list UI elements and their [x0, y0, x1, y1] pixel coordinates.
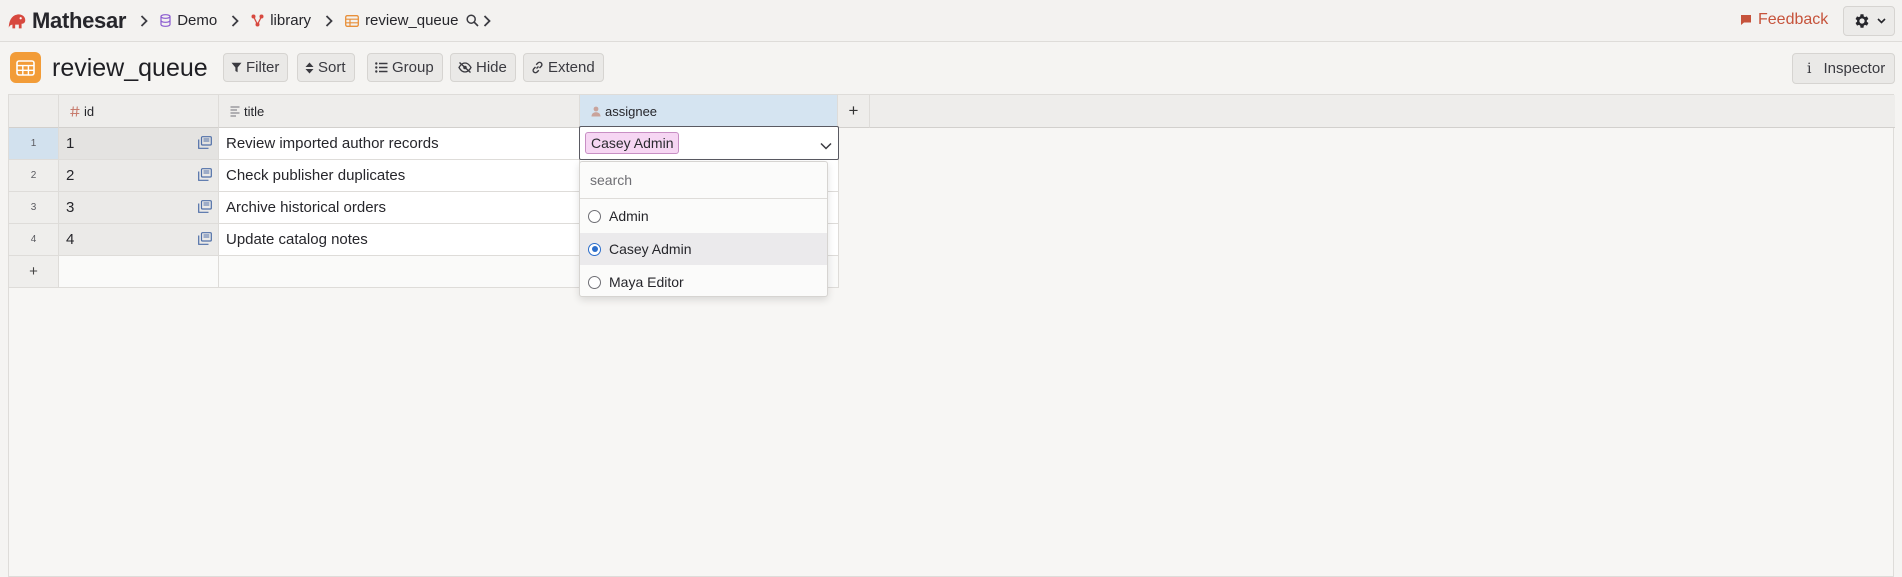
search-icon[interactable]: [466, 14, 480, 27]
assignee-cell-editor[interactable]: Casey Admin: [579, 126, 839, 160]
add-column-button[interactable]: +: [838, 95, 870, 128]
column-header-id[interactable]: id: [59, 95, 219, 128]
open-record-icon[interactable]: [198, 232, 212, 249]
breadcrumb-database-label: Demo: [177, 12, 218, 29]
column-header-assignee[interactable]: assignee: [580, 95, 838, 128]
extend-label: Extend: [548, 59, 595, 76]
open-record-icon[interactable]: [198, 168, 212, 185]
dropdown-option[interactable]: Admin: [580, 200, 827, 232]
feedback-label: Feedback: [1758, 11, 1829, 28]
info-icon: i: [1807, 60, 1812, 77]
cell-id-value: 1: [66, 135, 75, 152]
table-toolbar: review_queue Filter Sort Group Hide Exte…: [0, 43, 1902, 93]
cell-title[interactable]: Check publisher duplicates: [219, 160, 580, 192]
cell-id[interactable]: 4: [59, 224, 219, 256]
new-record-cell[interactable]: [219, 256, 580, 288]
dropdown-option[interactable]: Maya Editor: [580, 266, 827, 298]
open-record-icon[interactable]: [198, 200, 212, 217]
chevron-right-icon[interactable]: [483, 14, 492, 27]
mathesar-logo-icon: [8, 13, 26, 28]
row-number[interactable]: 4: [9, 224, 59, 256]
column-header-title[interactable]: title: [219, 95, 580, 128]
group-label: Group: [392, 59, 434, 76]
column-header-label: id: [84, 103, 95, 119]
row-number[interactable]: 1: [9, 128, 59, 160]
cell-id[interactable]: 1: [59, 128, 219, 160]
sort-label: Sort: [318, 59, 346, 76]
radio-button[interactable]: [588, 209, 601, 223]
table-badge-icon: [10, 52, 41, 83]
feedback-button[interactable]: Feedback: [1740, 11, 1828, 29]
header-fill: [870, 95, 1895, 128]
top-bar: Mathesar Demo library review_queue Feedb…: [0, 0, 1902, 42]
open-record-icon[interactable]: [198, 136, 212, 153]
filter-label: Filter: [246, 59, 280, 76]
cell-title[interactable]: Update catalog notes: [219, 224, 580, 256]
chevron-right-icon: [231, 14, 239, 27]
hide-label: Hide: [476, 59, 507, 76]
breadcrumb-schema-label: library: [270, 12, 312, 29]
data-grid: id title assignee + 1 1 Review imported …: [8, 94, 1895, 577]
table-icon: [345, 14, 360, 27]
selected-value-chip: Casey Admin: [585, 132, 680, 154]
inspector-label: Inspector: [1823, 60, 1886, 77]
radio-button[interactable]: [588, 275, 601, 289]
cell-id-value: 2: [66, 167, 75, 184]
column-header-label: assignee: [605, 103, 658, 119]
inspector-button[interactable]: i Inspector: [1792, 53, 1895, 84]
new-record-cell[interactable]: [59, 256, 219, 288]
breadcrumb-table-label: review_queue: [365, 12, 459, 29]
extend-button[interactable]: Extend: [523, 53, 604, 82]
brand[interactable]: Mathesar: [6, 7, 127, 34]
option-label: Casey Admin: [609, 241, 692, 257]
list-icon: [375, 62, 388, 73]
chevron-right-icon: [140, 14, 148, 27]
sort-button[interactable]: Sort: [297, 53, 355, 82]
assignee-dropdown: search Admin Casey Admin Maya Editor: [579, 161, 828, 297]
cell-title[interactable]: Review imported author records: [219, 128, 580, 160]
filter-button[interactable]: Filter: [223, 53, 289, 82]
breadcrumb-database[interactable]: Demo: [160, 12, 217, 29]
radio-button-selected[interactable]: [588, 242, 601, 256]
chat-bubble-icon: [1740, 14, 1752, 26]
hash-icon: [70, 105, 80, 117]
gear-icon: [1855, 14, 1868, 28]
app-name: Mathesar: [32, 7, 127, 33]
chevron-down-icon[interactable]: [820, 137, 832, 155]
user-icon: [591, 106, 601, 117]
cell-id-value: 4: [66, 231, 75, 248]
schema-icon: [251, 14, 264, 27]
caret-down-icon: [1876, 18, 1886, 24]
option-label: Admin: [609, 208, 649, 224]
column-header-label: title: [244, 103, 265, 119]
hide-button[interactable]: Hide: [450, 53, 516, 82]
option-label: Maya Editor: [609, 274, 684, 290]
add-row-button[interactable]: +: [9, 256, 59, 288]
cell-title[interactable]: Archive historical orders: [219, 192, 580, 224]
row-number[interactable]: 3: [9, 192, 59, 224]
chevron-right-icon: [325, 14, 333, 27]
cell-id-value: 3: [66, 199, 75, 216]
eye-slash-icon: [458, 62, 472, 73]
breadcrumb-table[interactable]: review_queue: [345, 12, 458, 29]
dropdown-option[interactable]: Casey Admin: [580, 233, 827, 265]
row-number-header: [9, 95, 59, 128]
text-icon: [230, 105, 240, 117]
cell-id[interactable]: 2: [59, 160, 219, 192]
dropdown-search-input[interactable]: search: [580, 162, 827, 199]
group-button[interactable]: Group: [367, 53, 443, 82]
breadcrumb-schema[interactable]: library: [251, 12, 311, 29]
link-icon: [531, 61, 544, 74]
database-icon: [160, 14, 171, 27]
settings-menu-button[interactable]: [1843, 6, 1895, 36]
row-number[interactable]: 2: [9, 160, 59, 192]
filter-icon: [231, 62, 242, 73]
page-title: review_queue: [52, 54, 208, 82]
sort-icon: [305, 62, 314, 74]
cell-id[interactable]: 3: [59, 192, 219, 224]
